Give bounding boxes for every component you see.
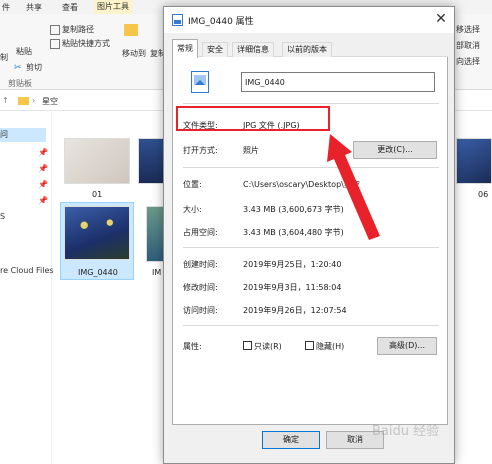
watermark: Baidu 经验 (372, 424, 440, 439)
tab-general[interactable]: 常规 (172, 39, 198, 58)
arrow-shape (327, 134, 380, 240)
annotation-arrow (327, 134, 380, 240)
